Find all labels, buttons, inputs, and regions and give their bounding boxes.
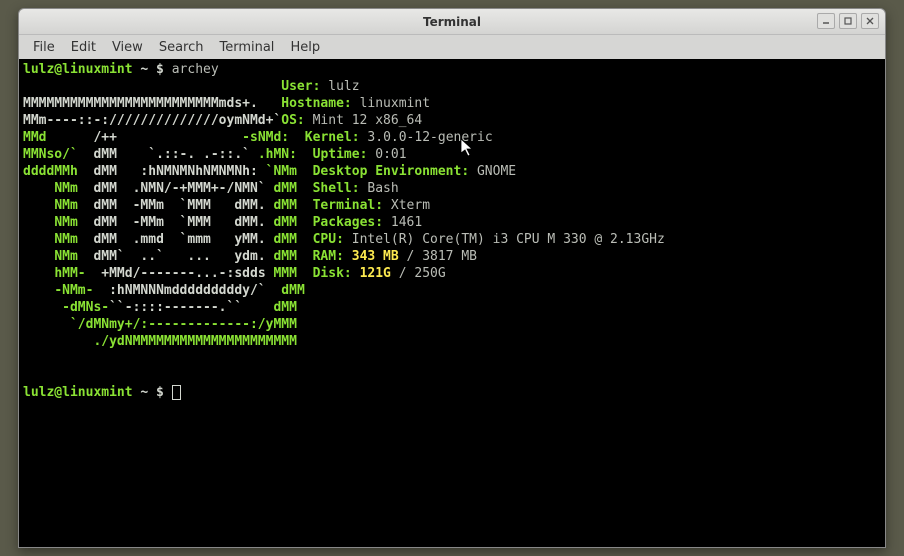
prompt-command: archey [172,62,219,77]
prompt-userhost-2: lulz@linuxmint [23,385,133,400]
menu-edit[interactable]: Edit [63,37,104,58]
minimize-button[interactable] [817,13,835,29]
window-controls [817,13,879,29]
close-button[interactable] [861,13,879,29]
prompt-sep: ~ $ [133,62,172,77]
menubar: File Edit View Search Terminal Help [19,35,885,59]
output-line: NMm dMM` ..` ... ydm. dMM RAM: 343 MB / … [23,249,477,264]
output-line: -dMNs-``-::::-------.`` dMM [23,300,297,315]
prompt-userhost: lulz@linuxmint [23,62,133,77]
output-line: NMm dMM .NMN/-+MMM+-/NMN` dMM Shell: Bas… [23,181,399,196]
output-line: ./ydNMMMMMMMMMMMMMMMMMMMMM [23,334,297,349]
output-line: -NMm- :hNMNNNmdddddddddy/` dMM [23,283,305,298]
output-line: MMm----::-://////////////oymNMd+`OS: Min… [23,113,422,128]
titlebar[interactable]: Terminal [19,9,885,35]
output-line: ddddMMh dMM :hNMNMNhNMNMNh: `NMm Desktop… [23,164,516,179]
menu-help[interactable]: Help [282,37,328,58]
menu-terminal[interactable]: Terminal [211,37,282,58]
output-line: MMNso/` dMM `.::-. .-::.` .hMN: Uptime: … [23,147,407,162]
window-title: Terminal [423,15,481,29]
output-line: NMm dMM -MMm `MMM dMM. dMM Terminal: Xte… [23,198,430,213]
menu-view[interactable]: View [104,37,151,58]
output-line: `/dMNmy+/:-------------:/yMMM [23,317,297,332]
output-line: NMm dMM -MMm `MMM dMM. dMM Packages: 146… [23,215,422,230]
terminal-window: Terminal File Edit View Search Terminal … [18,8,886,548]
prompt-sep-2: ~ $ [133,385,172,400]
menu-search[interactable]: Search [151,37,212,58]
text-cursor [172,385,181,400]
terminal-viewport[interactable]: lulz@linuxmint ~ $ archey User: lulz MMM… [19,59,885,547]
menu-file[interactable]: File [25,37,63,58]
output-line: MMMMMMMMMMMMMMMMMMMMMMMMMmds+. Hostname:… [23,96,430,111]
output-line: MMd /++ -sNMd: Kernel: 3.0.0-12-generic [23,130,493,145]
output-line: hMM- +MMd/-------...-:sdds MMM Disk: 121… [23,266,446,281]
output-line: NMm dMM .mmd `mmm yMM. dMM CPU: Intel(R)… [23,232,665,247]
output-line: User: lulz [23,79,360,94]
maximize-button[interactable] [839,13,857,29]
